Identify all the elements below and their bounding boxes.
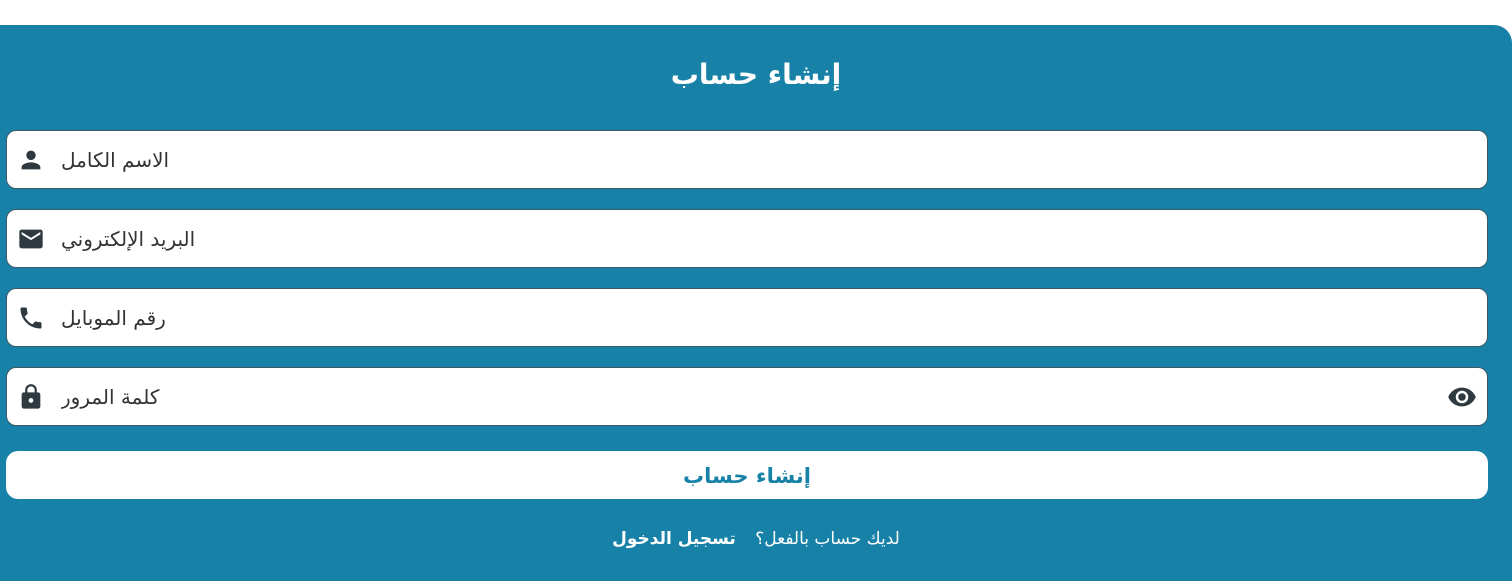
password-input[interactable]: [61, 368, 1433, 425]
person-icon: [17, 146, 45, 174]
email-field[interactable]: [6, 209, 1488, 268]
login-prompt: لديك حساب بالفعل؟ تسجيل الدخول: [0, 527, 1512, 551]
email-input[interactable]: [61, 210, 1433, 267]
lock-icon: [17, 383, 45, 411]
envelope-icon: [17, 225, 45, 253]
full-name-input[interactable]: [61, 131, 1433, 188]
login-question: لديك حساب بالفعل؟: [755, 529, 900, 549]
mobile-field[interactable]: [6, 288, 1488, 347]
mobile-input[interactable]: [61, 289, 1433, 346]
create-account-button[interactable]: إنشاء حساب: [6, 451, 1488, 499]
eye-icon[interactable]: [1447, 382, 1477, 412]
full-name-field[interactable]: [6, 130, 1488, 189]
phone-icon: [17, 304, 45, 332]
form-title: إنشاء حساب: [670, 58, 842, 91]
login-link[interactable]: تسجيل الدخول: [612, 529, 736, 549]
password-field[interactable]: [6, 367, 1488, 426]
signup-card: إنشاء حساب إنشاء حساب لديك حساب بالفعل؟ …: [0, 25, 1512, 581]
